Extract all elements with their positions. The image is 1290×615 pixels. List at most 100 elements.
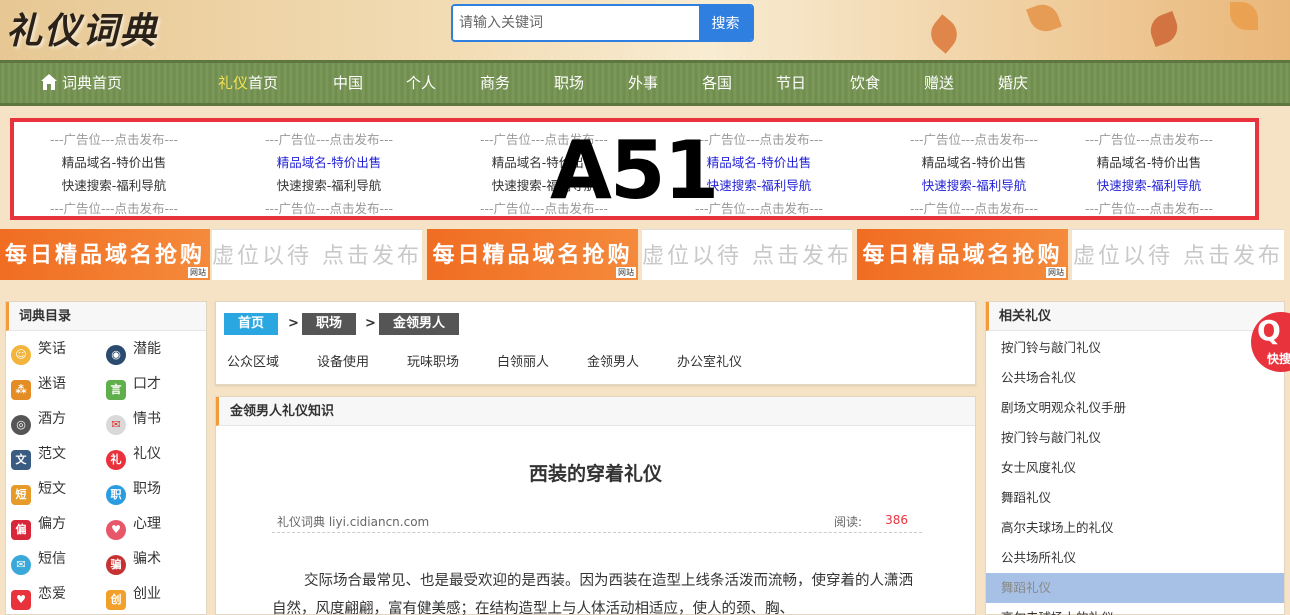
category-essays[interactable]: 文范文 bbox=[11, 442, 66, 470]
vacancy-banner[interactable]: 虚位以待 点击发布 bbox=[642, 229, 852, 280]
nav-home[interactable]: 词典首页 bbox=[40, 63, 122, 103]
workplace-icon: 职 bbox=[106, 485, 126, 505]
category-label: 心理 bbox=[133, 516, 161, 532]
related-item[interactable]: 公共场合礼仪 bbox=[986, 363, 1284, 393]
ad-search-link[interactable]: 快速搜索-福利导航 bbox=[229, 174, 429, 197]
article-title: 西装的穿着礼仪 bbox=[528, 463, 662, 485]
nav-item-personal[interactable]: 个人 bbox=[406, 63, 436, 103]
vacancy-banner[interactable]: 虚位以待 点击发布 bbox=[1072, 229, 1284, 280]
banner-text: 每日精品域名抢购 bbox=[4, 242, 205, 268]
ad-placeholder-link[interactable]: ---广告位---点击发布--- bbox=[14, 128, 214, 151]
breadcrumb-home[interactable]: 首页 bbox=[224, 313, 279, 335]
subnav-white-collar-women[interactable]: 白领丽人 bbox=[497, 351, 549, 370]
domain-banner[interactable]: 每日精品域名抢购 网站 bbox=[427, 229, 638, 280]
ad-placeholder-link[interactable]: ---广告位---点击发布--- bbox=[1049, 197, 1249, 220]
ad-search-link[interactable]: 快速搜索-福利导航 bbox=[1049, 174, 1249, 197]
ad-search-link[interactable]: 快速搜索-福利导航 bbox=[14, 174, 214, 197]
ad-placeholder-link[interactable]: ---广告位---点击发布--- bbox=[14, 197, 214, 220]
speech-icon: 言 bbox=[106, 380, 126, 400]
related-list: 按门铃与敲门礼仪 公共场合礼仪 剧场文明观众礼仪手册 按门铃与敲门礼仪 女士风度… bbox=[986, 333, 1284, 615]
nav-item-dining[interactable]: 饮食 bbox=[850, 63, 880, 103]
breadcrumb-level1[interactable]: 职场 bbox=[302, 313, 357, 335]
category-riddles[interactable]: ⁂ 迷语 bbox=[11, 372, 66, 400]
nav-item-workplace[interactable]: 职场 bbox=[554, 63, 584, 103]
ad-domain-link[interactable]: 精品域名-特价出售 bbox=[229, 151, 429, 174]
site-logo[interactable]: 礼仪词典 bbox=[6, 2, 158, 54]
nav-item-festivals[interactable]: 节日 bbox=[776, 63, 806, 103]
ad-placeholder-link[interactable]: ---广告位---点击发布--- bbox=[874, 197, 1074, 220]
category-label: 骗术 bbox=[133, 551, 161, 567]
nav-item-china[interactable]: 中国 bbox=[333, 63, 363, 103]
short-essay-icon: 短 bbox=[11, 485, 31, 505]
breadcrumb-level2[interactable]: 金领男人 bbox=[379, 313, 460, 335]
subnav-equipment[interactable]: 设备使用 bbox=[317, 351, 369, 370]
category-eloquence[interactable]: 言口才 bbox=[106, 372, 161, 400]
nav-item-countries[interactable]: 各国 bbox=[702, 63, 732, 103]
category-short-essays[interactable]: 短短文 bbox=[11, 477, 66, 505]
joke-icon: ☺ bbox=[11, 345, 31, 365]
vacancy-banner[interactable]: 虚位以待 点击发布 bbox=[212, 229, 422, 280]
related-item[interactable]: 按门铃与敲门礼仪 bbox=[986, 423, 1284, 453]
category-label: 酒方 bbox=[38, 411, 66, 427]
related-item-hovered[interactable]: 舞蹈礼仪 bbox=[986, 573, 1284, 603]
category-sms[interactable]: ✉ 短信 bbox=[11, 547, 66, 575]
subnav-public-areas[interactable]: 公众区域 bbox=[227, 351, 279, 370]
ad-domain-link[interactable]: 精品域名-特价出售 bbox=[14, 151, 214, 174]
panel-title: 词典目录 bbox=[6, 302, 206, 331]
subnav-gold-collar-men[interactable]: 金领男人 bbox=[587, 351, 639, 370]
subnav-office-etiquette[interactable]: 办公室礼仪 bbox=[677, 351, 742, 370]
related-item[interactable]: 高尔夫球场上的礼仪 bbox=[986, 513, 1284, 543]
category-scams[interactable]: 骗骗术 bbox=[106, 547, 161, 575]
nav-item-foreign[interactable]: 外事 bbox=[628, 63, 658, 103]
related-item[interactable]: 女士风度礼仪 bbox=[986, 453, 1284, 483]
letter-icon: ✉ bbox=[106, 415, 126, 435]
category-etiquette[interactable]: 礼礼仪 bbox=[106, 442, 161, 470]
related-etiquette-panel: 相关礼仪 按门铃与敲门礼仪 公共场合礼仪 剧场文明观众礼仪手册 按门铃与敲门礼仪… bbox=[985, 301, 1285, 615]
ad-placeholder-link[interactable]: ---广告位---点击发布--- bbox=[229, 128, 429, 151]
search-input[interactable] bbox=[453, 6, 700, 40]
ad-search-link[interactable]: 快速搜索-福利导航 bbox=[874, 174, 1074, 197]
category-workplace[interactable]: 职职场 bbox=[106, 477, 161, 505]
category-startup[interactable]: 创创业 bbox=[106, 582, 161, 610]
essay-icon: 文 bbox=[11, 450, 31, 470]
category-psychology[interactable]: ♥ 心理 bbox=[106, 512, 161, 540]
related-item[interactable]: 按门铃与敲门礼仪 bbox=[986, 333, 1284, 363]
related-item[interactable]: 高尔夫球场上的礼仪 bbox=[986, 603, 1284, 615]
heart-icon: ♥ bbox=[106, 520, 126, 540]
domain-banner[interactable]: 每日精品域名抢购 网站 bbox=[0, 229, 210, 280]
category-jokes[interactable]: ☺ 笑话 bbox=[11, 337, 66, 365]
leaf-decoration bbox=[1230, 2, 1258, 30]
nav-item-liyi-home[interactable]: 礼仪首页 bbox=[218, 63, 278, 103]
ad-domain-link[interactable]: 精品域名-特价出售 bbox=[874, 151, 1074, 174]
nav-highlight-text: 礼仪 bbox=[218, 74, 249, 92]
category-label: 短信 bbox=[38, 551, 66, 567]
ad-placeholder-link[interactable]: ---广告位---点击发布--- bbox=[874, 128, 1074, 151]
ad-placeholder-link[interactable]: ---广告位---点击发布--- bbox=[1049, 128, 1249, 151]
search-button[interactable]: 搜索 bbox=[699, 6, 752, 40]
domain-banner[interactable]: 每日精品域名抢购 网站 bbox=[857, 229, 1068, 280]
banner-tag: 网站 bbox=[1046, 267, 1066, 278]
nav-item-business[interactable]: 商务 bbox=[480, 63, 510, 103]
related-item[interactable]: 公共场所礼仪 bbox=[986, 543, 1284, 573]
category-love[interactable]: ♥ 恋爱 bbox=[11, 582, 66, 610]
banner-text: 每日精品域名抢购 bbox=[432, 242, 633, 268]
nav-item-gifts[interactable]: 赠送 bbox=[924, 63, 954, 103]
category-label: 笑话 bbox=[38, 341, 66, 357]
related-item[interactable]: 舞蹈礼仪 bbox=[986, 483, 1284, 513]
subnav-workplace-fun[interactable]: 玩味职场 bbox=[407, 351, 459, 370]
related-item[interactable]: 剧场文明观众礼仪手册 bbox=[986, 393, 1284, 423]
leaf-decoration bbox=[1146, 11, 1182, 47]
banner-text: 虚位以待 点击发布 bbox=[1073, 244, 1283, 269]
leaf-decoration bbox=[1026, 0, 1062, 36]
nav-item-wedding[interactable]: 婚庆 bbox=[998, 63, 1028, 103]
category-remedies[interactable]: 偏偏方 bbox=[11, 512, 66, 540]
category-potential[interactable]: ◉ 潜能 bbox=[106, 337, 161, 365]
remedy-icon: 偏 bbox=[11, 520, 31, 540]
site-header: 礼仪词典 搜索 bbox=[0, 0, 1290, 60]
category-love-letters[interactable]: ✉ 情书 bbox=[106, 407, 161, 435]
ad-overlay-label: A51 bbox=[550, 124, 719, 217]
ad-placeholder-link[interactable]: ---广告位---点击发布--- bbox=[229, 197, 429, 220]
category-wine-recipes[interactable]: ◎ 酒方 bbox=[11, 407, 66, 435]
ad-domain-link[interactable]: 精品域名-特价出售 bbox=[1049, 151, 1249, 174]
quick-search-icon: Q bbox=[1257, 314, 1281, 347]
